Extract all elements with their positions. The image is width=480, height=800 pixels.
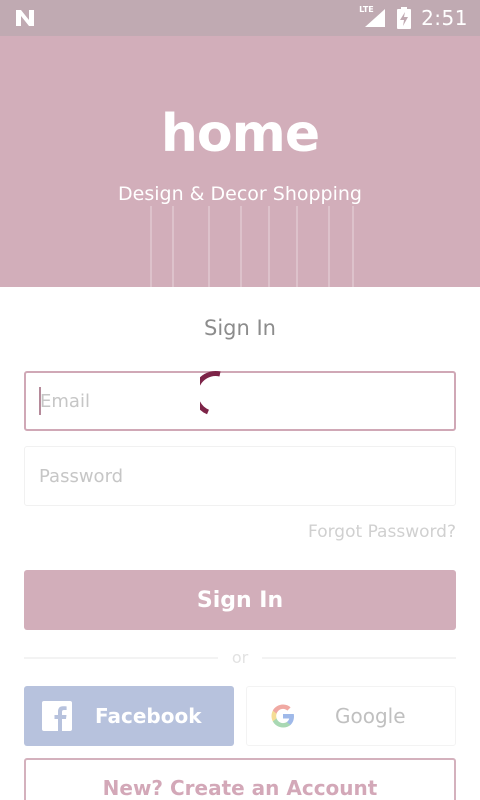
status-time: 2:51 (421, 6, 468, 30)
create-account-button[interactable]: New? Create an Account (24, 758, 456, 800)
text-cursor (39, 387, 41, 415)
n-icon (16, 10, 34, 26)
google-label: Google (335, 704, 406, 728)
google-icon (271, 704, 294, 728)
status-left (14, 8, 36, 28)
forgot-password-link[interactable]: Forgot Password? (308, 522, 456, 542)
password-field[interactable] (24, 446, 456, 506)
signin-title: Sign In (204, 316, 276, 340)
status-bar: LTE 2:51 (0, 0, 480, 36)
signal-icon: LTE (359, 5, 387, 29)
facebook-icon (42, 701, 72, 731)
divider-label: or (231, 648, 249, 667)
divider-right (262, 657, 456, 659)
loading-spinner-icon (200, 371, 221, 415)
hero-banner: home Design & Decor Shopping (0, 36, 480, 287)
facebook-login-button[interactable]: Facebook (24, 686, 234, 746)
app-logo: home (160, 104, 320, 164)
battery-charging-icon (397, 7, 412, 29)
signin-button[interactable]: Sign In (24, 570, 456, 630)
app-tagline: Design & Decor Shopping (118, 183, 362, 205)
hero-decoration (130, 206, 360, 287)
divider-left (24, 657, 218, 659)
status-right: LTE 2:51 (359, 5, 468, 30)
facebook-label: Facebook (95, 704, 202, 728)
google-login-button[interactable]: Google (246, 686, 456, 746)
